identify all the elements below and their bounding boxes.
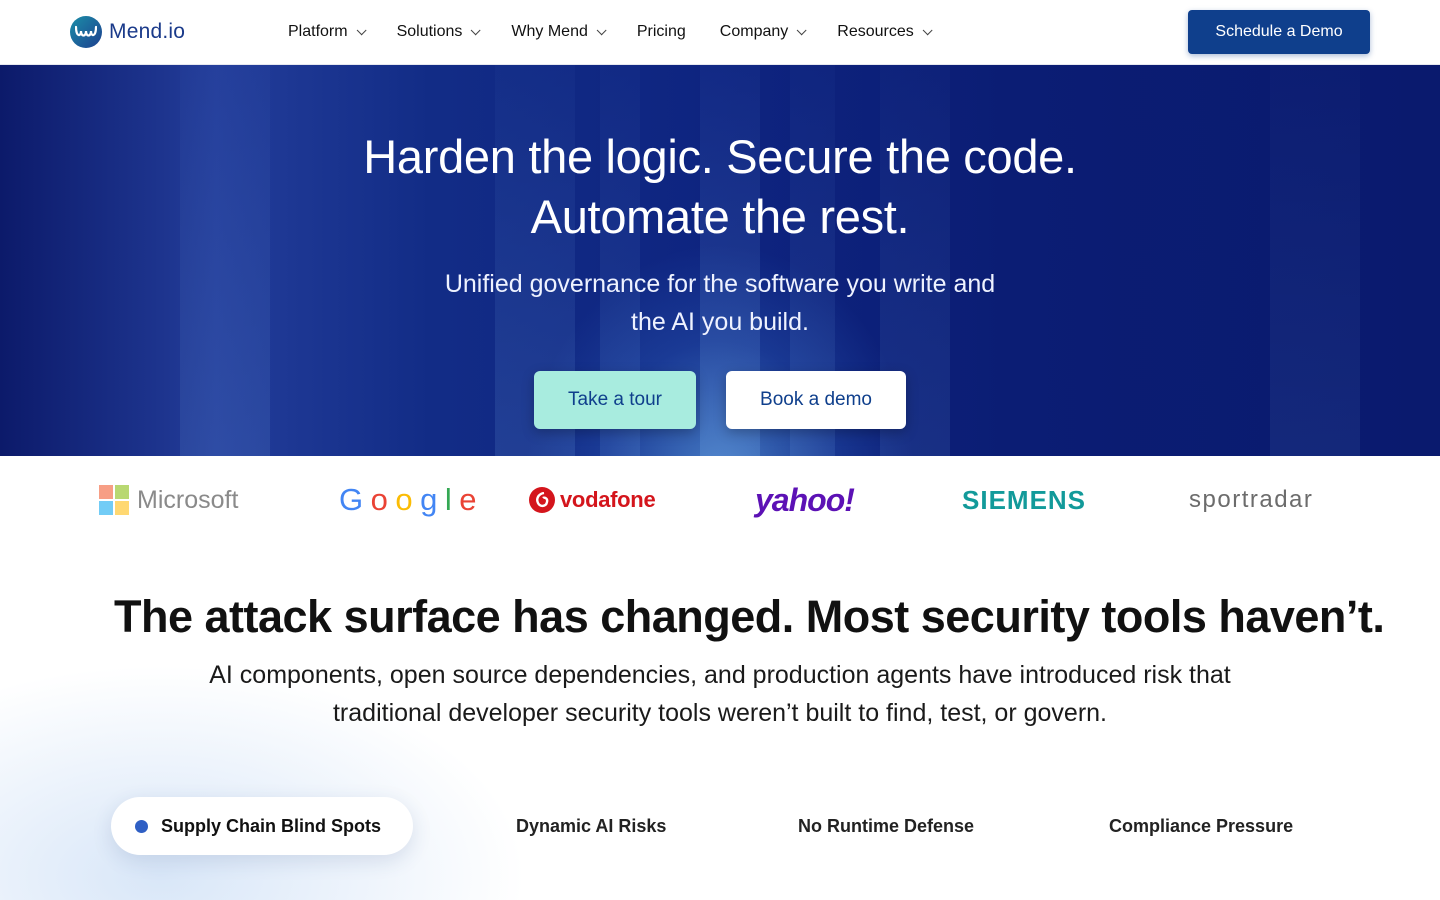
- menu-item-solutions[interactable]: Solutions: [396, 20, 481, 44]
- google-logo: Google: [339, 482, 477, 518]
- schedule-demo-button[interactable]: Schedule a Demo: [1188, 10, 1370, 54]
- microsoft-squares-icon: [99, 485, 129, 515]
- google-letter: G: [339, 482, 363, 517]
- menu-item-label: Why Mend: [511, 23, 588, 40]
- hero-subtitle-line: the AI you build.: [631, 308, 809, 336]
- menu-item-label: Company: [719, 23, 789, 40]
- section-subtitle-line: traditional developer security tools wer…: [332, 699, 1107, 727]
- tab-label: No Runtime Defense: [798, 815, 975, 836]
- menu-item-label: Platform: [288, 23, 348, 40]
- menu-item-company[interactable]: Company: [719, 20, 807, 44]
- microsoft-logo: Microsoft: [99, 482, 238, 518]
- menu-item-resources[interactable]: Resources: [837, 20, 933, 44]
- google-letter: o: [370, 482, 388, 517]
- tab-label: Supply Chain Blind Spots: [161, 815, 381, 836]
- section-title-bold: The attack surface has changed.: [114, 591, 794, 642]
- google-letter: o: [395, 482, 413, 517]
- section-title: The attack surface has changed. Most sec…: [114, 590, 1385, 644]
- book-demo-button[interactable]: Book a demo: [726, 371, 906, 429]
- attack-surface-section: The attack surface has changed. Most sec…: [0, 546, 1440, 900]
- hero-title-line: Harden the logic. Secure the code.: [363, 130, 1077, 183]
- take-tour-button[interactable]: Take a tour: [534, 371, 696, 429]
- yahoo-logo: yahoo!: [755, 481, 855, 518]
- chevron-down-icon: [922, 24, 933, 35]
- logo-text: Mend.io: [109, 20, 186, 43]
- chevron-down-icon: [471, 24, 481, 35]
- menu-item-platform[interactable]: Platform: [288, 20, 367, 44]
- tab-supply-chain-blind-spots[interactable]: Supply Chain Blind Spots: [111, 797, 413, 855]
- tab-compliance-pressure[interactable]: Compliance Pressure: [1109, 797, 1293, 855]
- mend-logo-icon: [70, 16, 102, 48]
- vodafone-wordmark: vodafone: [560, 487, 656, 512]
- google-letter: e: [459, 482, 477, 517]
- menu-item-pricing[interactable]: Pricing: [637, 20, 686, 44]
- siemens-logo: SIEMENS: [962, 482, 1086, 518]
- logo[interactable]: Mend.io: [70, 16, 185, 48]
- hero-section: Harden the logic. Secure the code. Autom…: [0, 65, 1440, 456]
- tab-dynamic-ai-risks[interactable]: Dynamic AI Risks: [516, 797, 666, 855]
- main-menu: Platform Solutions Why Mend Pricing Comp…: [288, 20, 963, 44]
- chevron-down-icon: [596, 24, 607, 35]
- menu-item-why-mend[interactable]: Why Mend: [511, 20, 607, 44]
- hero-title-line: Automate the rest.: [530, 190, 910, 243]
- yahoo-wordmark: yahoo!: [755, 481, 855, 518]
- active-dot-icon: [135, 819, 148, 833]
- tab-label: Dynamic AI Risks: [516, 815, 667, 836]
- tab-label: Compliance Pressure: [1109, 815, 1294, 836]
- chevron-down-icon: [356, 24, 367, 35]
- chevron-down-icon: [796, 24, 807, 35]
- siemens-wordmark: SIEMENS: [962, 484, 1087, 515]
- menu-item-label: Resources: [837, 23, 914, 40]
- vodafone-logo: vodafone: [529, 482, 656, 518]
- customer-logos: Microsoft Google vodafone yahoo! SIEMENS…: [0, 456, 1440, 546]
- hero-light-beam: [1270, 65, 1360, 456]
- vodafone-speechmark-icon: [529, 487, 555, 513]
- top-navigation: Mend.io Platform Solutions Why Mend Pric…: [0, 0, 1440, 65]
- sportradar-logo: sportradar: [1189, 482, 1313, 518]
- tab-no-runtime-defense[interactable]: No Runtime Defense: [798, 797, 974, 855]
- section-title-regular: Most security tools haven’t.: [793, 591, 1385, 642]
- microsoft-wordmark: Microsoft: [137, 485, 239, 514]
- hero-subtitle-line: Unified governance for the software you …: [444, 270, 996, 298]
- section-subtitle-line: AI components, open source dependencies,…: [209, 661, 1231, 689]
- section-subtitle: AI components, open source dependencies,…: [0, 656, 1440, 732]
- hero-subtitle: Unified governance for the software you …: [0, 265, 1440, 341]
- menu-item-label: Pricing: [636, 23, 686, 40]
- google-letter: l: [444, 482, 452, 517]
- google-letter: g: [420, 482, 437, 517]
- menu-item-label: Solutions: [396, 23, 463, 40]
- hero-title: Harden the logic. Secure the code. Autom…: [0, 127, 1440, 247]
- sportradar-wordmark: sportradar: [1189, 486, 1314, 513]
- hero-light-beam: [180, 65, 270, 456]
